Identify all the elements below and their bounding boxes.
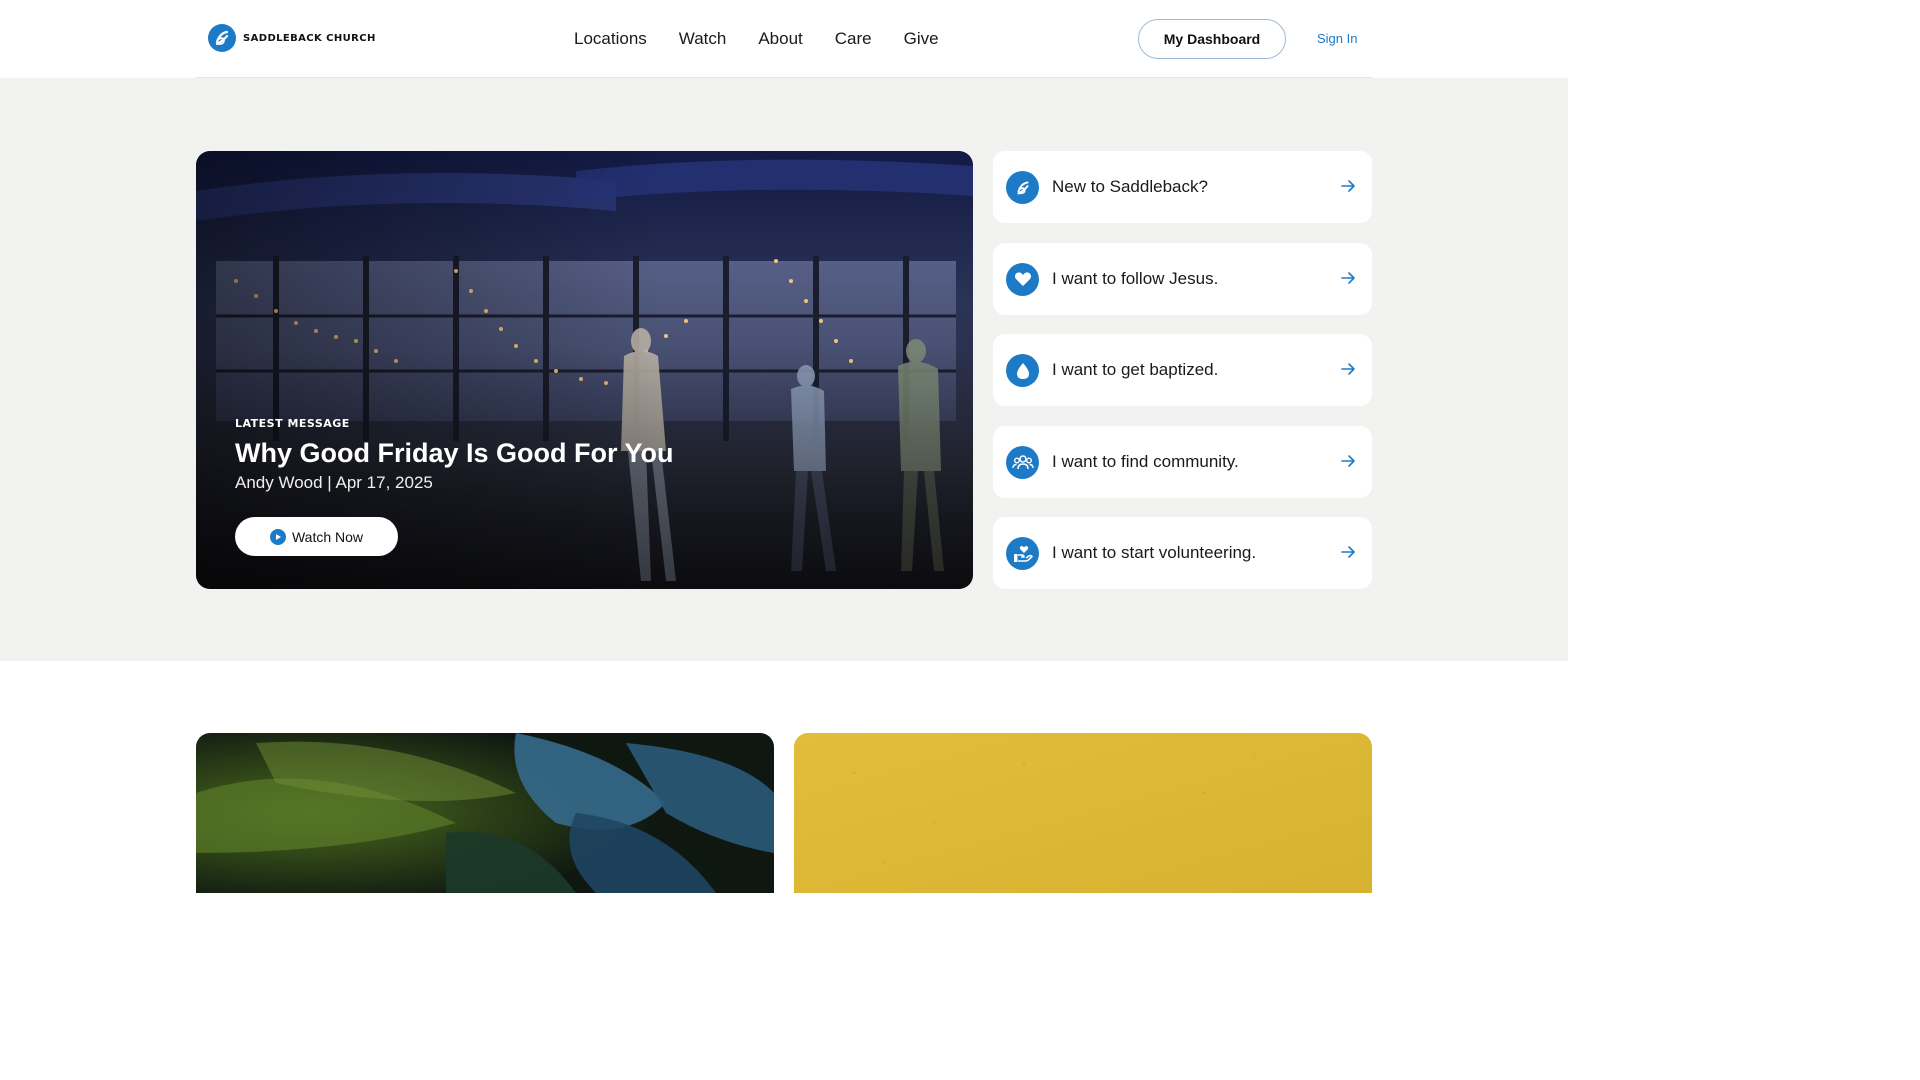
latest-message-info: LATEST MESSAGE Why Good Friday Is Good F… [235,417,674,494]
nav-give[interactable]: Give [904,28,939,50]
step-label: New to Saddleback? [1052,177,1208,196]
step-start-volunteering[interactable]: I want to start volunteering. [993,517,1372,589]
message-title[interactable]: Why Good Friday Is Good For You [235,436,674,470]
step-find-community[interactable]: I want to find community. [993,425,1372,498]
step-new-to-saddleback[interactable]: New to Saddleback? [993,151,1372,223]
yellow-promo-card[interactable] [794,733,1372,893]
step-follow-jesus[interactable]: I want to follow Jesus. [993,242,1372,315]
water-drop-icon [1006,354,1039,387]
people-group-icon [1006,445,1039,479]
nav-locations[interactable]: Locations [574,28,647,50]
nav-about[interactable]: About [758,28,802,50]
play-icon [269,528,286,545]
arrow-right-icon [1341,545,1356,564]
arrow-right-icon [1341,271,1356,290]
step-label: I want to get baptized. [1052,360,1219,379]
next-steps-list: New to Saddleback? I want to follow Jesu… [993,151,1372,609]
sign-in-link[interactable]: Sign In [1317,31,1357,47]
watch-now-button[interactable]: Watch Now [235,517,398,556]
logo-text: SADDLEBACK CHURCH [243,32,376,44]
site-header: SADDLEBACK CHURCH Locations Watch About … [0,0,1568,78]
step-label: I want to start volunteering. [1052,543,1257,562]
heart-icon [1006,262,1039,296]
yellow-texture [794,733,1372,893]
message-meta: Andy Wood | Apr 17, 2025 [235,473,433,492]
watch-now-label: Watch Now [291,528,364,545]
arrow-right-icon [1341,179,1356,198]
hand-heart-icon [1006,537,1039,570]
step-label: I want to follow Jesus. [1052,268,1219,288]
saddleback-logo-icon [208,24,236,52]
nav-care[interactable]: Care [835,28,872,50]
latest-message-card[interactable]: LATEST MESSAGE Why Good Friday Is Good F… [196,151,973,589]
site-logo[interactable]: SADDLEBACK CHURCH [208,24,376,52]
my-dashboard-button[interactable]: My Dashboard [1138,19,1286,59]
main-nav: Locations Watch About Care Give [574,28,939,50]
step-label: I want to find community. [1052,451,1239,471]
latest-message-eyebrow: LATEST MESSAGE [235,417,350,430]
saddleback-logo-icon [1006,171,1039,204]
foliage-photo [196,733,774,893]
nav-watch[interactable]: Watch [679,28,727,50]
arrow-right-icon [1341,362,1356,381]
step-get-baptized[interactable]: I want to get baptized. [993,334,1372,406]
arrow-right-icon [1341,454,1356,473]
foliage-promo-card[interactable] [196,733,774,893]
